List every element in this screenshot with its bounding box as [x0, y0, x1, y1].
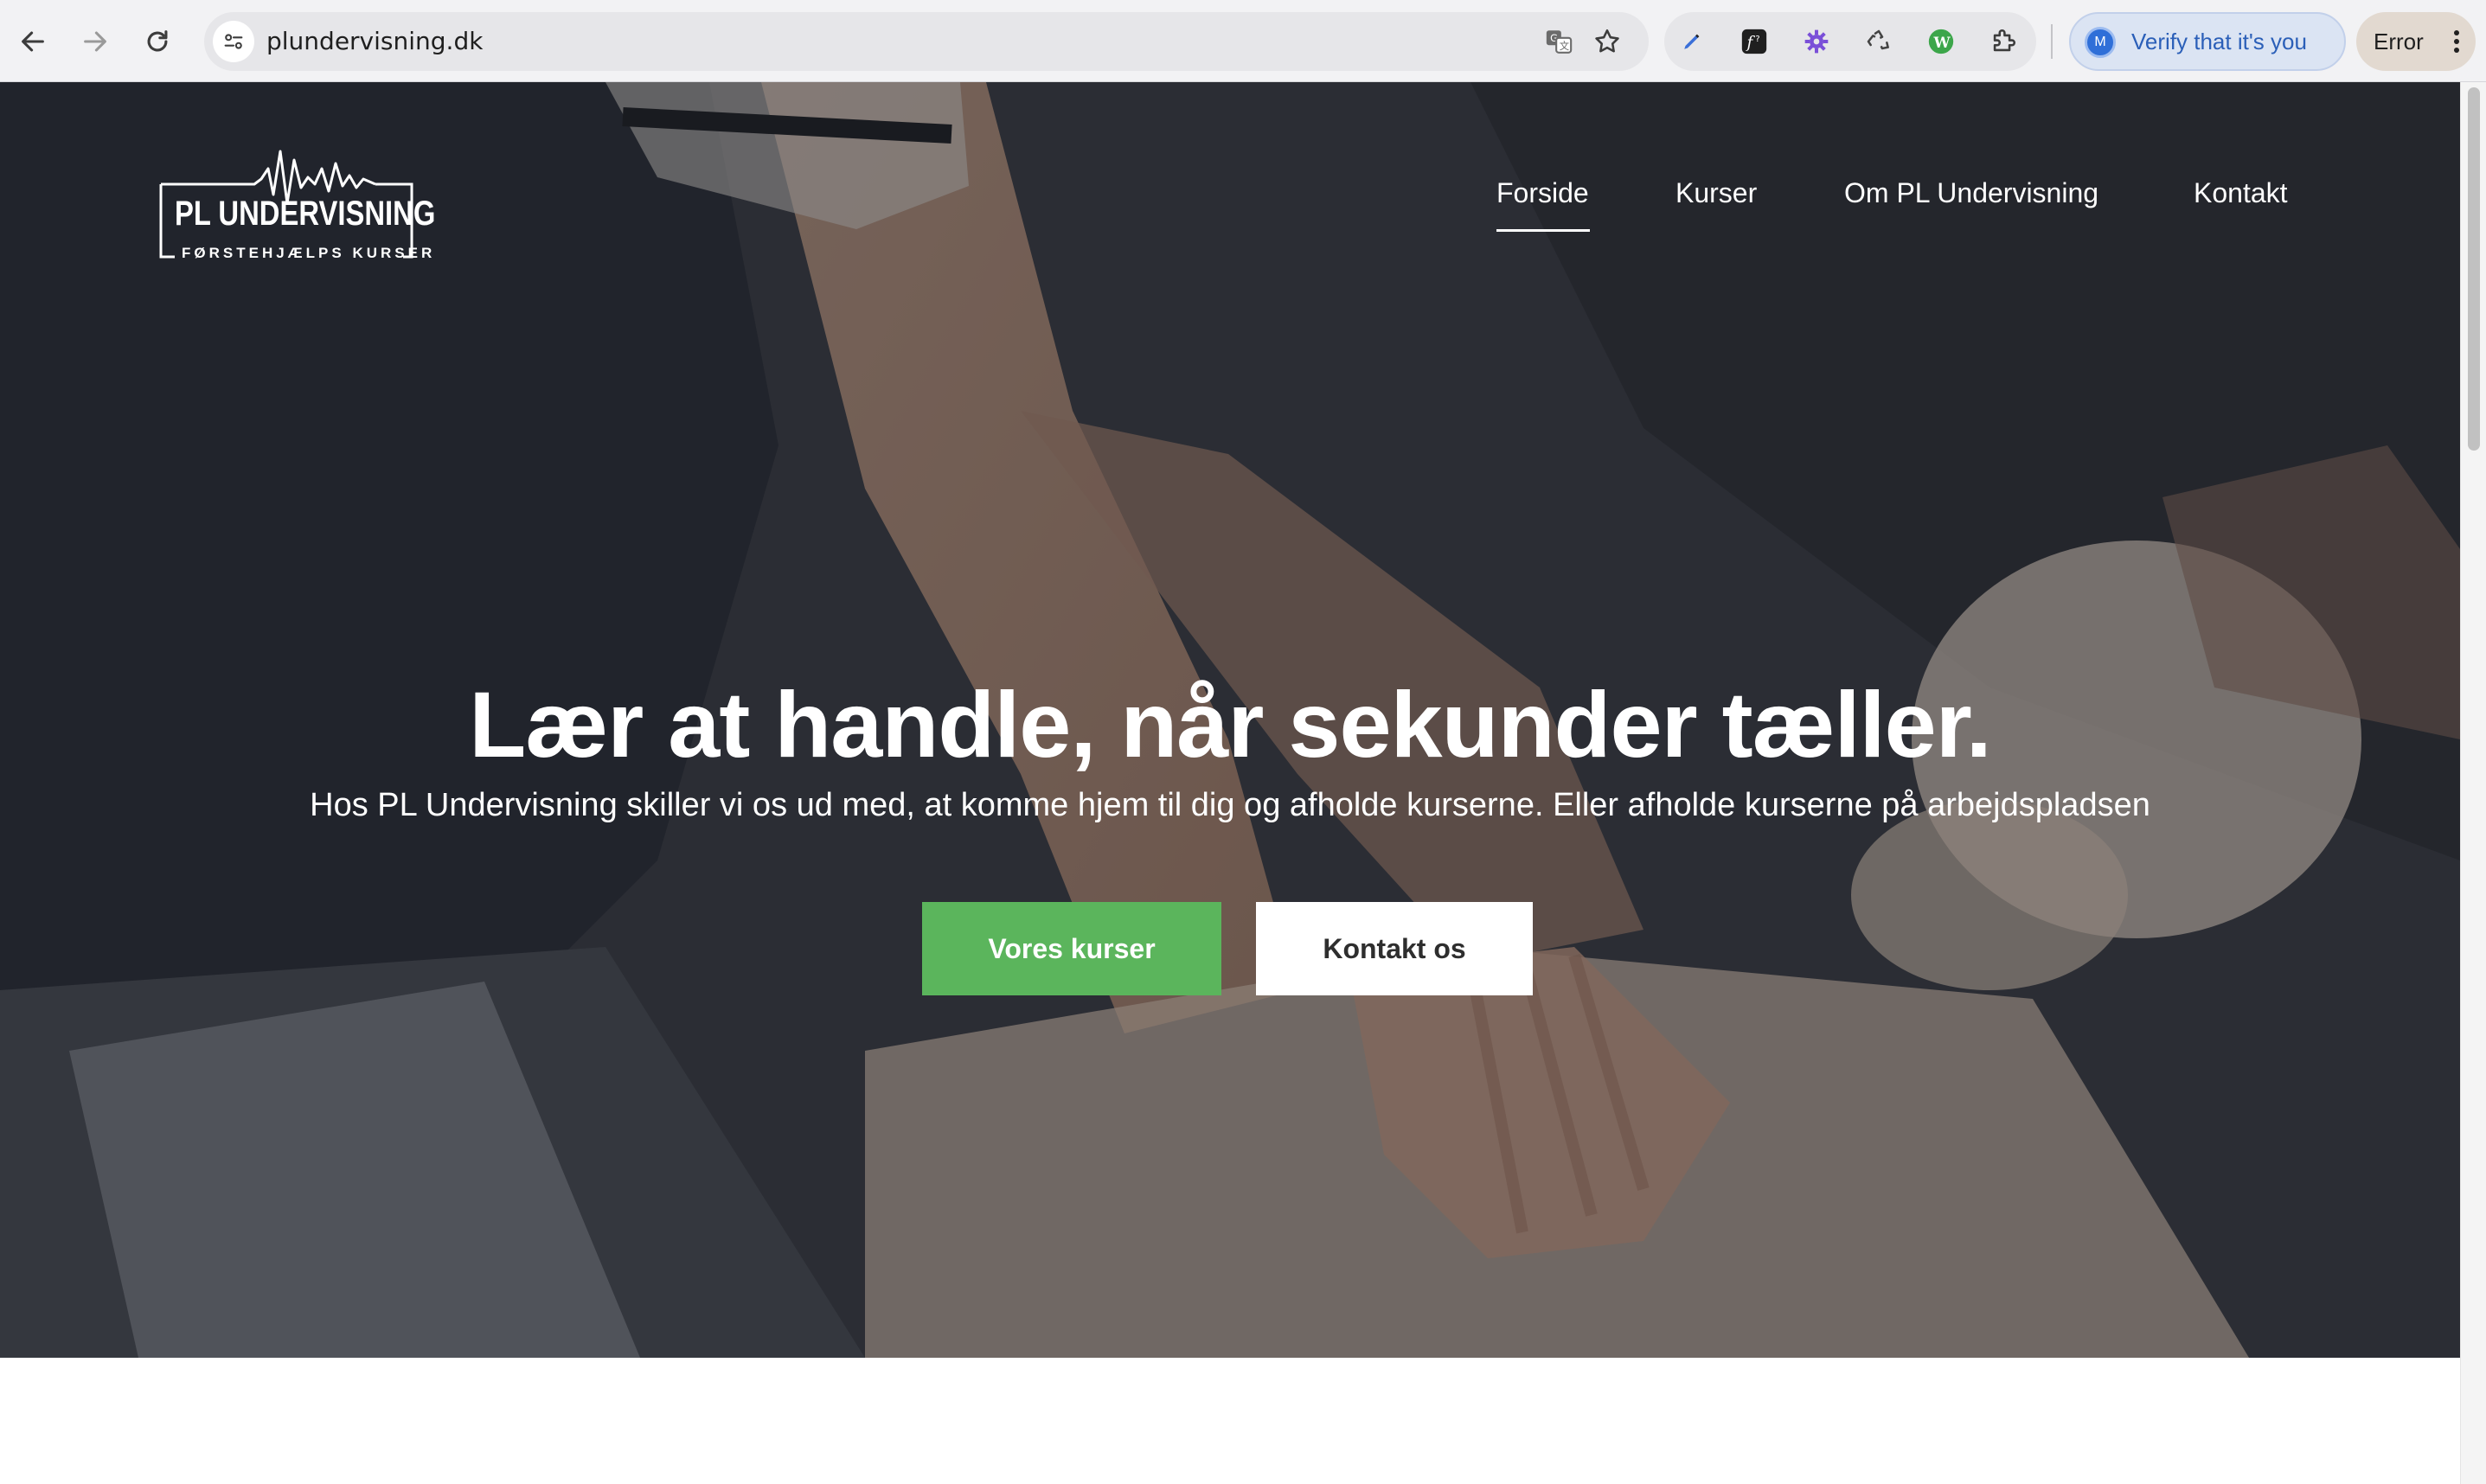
hero-section: PL UNDERVISNING FØRSTEHJÆLPS KURSER Fors… [0, 82, 2460, 1358]
kebab-menu-icon [2454, 30, 2459, 53]
page-scrollbar[interactable] [2460, 82, 2486, 1484]
site-info-icon [224, 34, 243, 49]
reload-icon [147, 30, 168, 52]
scrollbar-thumb[interactable] [2468, 87, 2480, 451]
hero-headline: Lær at handle, når sekunder tæller. [469, 672, 1992, 777]
forward-button[interactable] [73, 19, 118, 64]
pen-extension-icon[interactable] [1675, 24, 1709, 59]
extensions-bar: f? W [1664, 12, 2036, 71]
profile-avatar: M [2085, 27, 2116, 58]
error-label: Error [2374, 29, 2424, 54]
nav-item-kurser[interactable]: Kurser [1675, 177, 1757, 209]
forward-arrow-icon [84, 31, 106, 52]
wordpress-extension-icon[interactable]: W [1924, 24, 1958, 59]
error-menu-button[interactable]: Error [2356, 12, 2476, 71]
logo-title: PL UNDERVISNING [175, 195, 436, 233]
hero-subheadline: Hos PL Undervisning skiller vi os ud med… [310, 787, 2150, 823]
svg-text:W: W [1933, 35, 1951, 52]
logo-subtitle: FØRSTEHJÆLPS KURSER [182, 245, 436, 261]
back-button[interactable] [10, 19, 55, 64]
site-logo[interactable]: PL UNDERVISNING FØRSTEHJÆLPS KURSER [159, 134, 435, 264]
recycle-extension-icon[interactable] [1861, 24, 1896, 59]
address-bar[interactable]: plundervisning.dk G文 [204, 12, 1649, 71]
contact-button[interactable]: Kontakt os [1256, 902, 1533, 995]
nav-item-kontakt[interactable]: Kontakt [2194, 177, 2288, 209]
svg-text:?: ? [1755, 35, 1759, 44]
puzzle-extension-icon[interactable] [1986, 24, 2021, 59]
back-arrow-icon [22, 31, 44, 52]
reload-button[interactable] [135, 19, 180, 64]
url-text[interactable]: plundervisning.dk [266, 12, 483, 71]
verify-label: Verify that it's you [2131, 29, 2307, 54]
browser-toolbar: plundervisning.dk G文 f? W M Verify that … [0, 0, 2486, 82]
courses-button[interactable]: Vores kurser [922, 902, 1221, 995]
nav-active-indicator [1496, 229, 1590, 232]
toolbar-separator [2051, 24, 2053, 59]
nav-item-om-pl-undervisning[interactable]: Om PL Undervisning [1844, 177, 2098, 209]
site-info-button[interactable] [213, 21, 254, 62]
gear-extension-icon[interactable] [1799, 24, 1834, 59]
bookmark-star-icon[interactable] [1590, 24, 1624, 59]
svg-text:文: 文 [1560, 40, 1569, 52]
translate-icon[interactable]: G文 [1541, 24, 1576, 59]
nav-item-forside[interactable]: Forside [1496, 177, 1589, 209]
formula-extension-icon[interactable]: f? [1737, 24, 1772, 59]
verify-identity-button[interactable]: M Verify that it's you [2069, 12, 2346, 71]
